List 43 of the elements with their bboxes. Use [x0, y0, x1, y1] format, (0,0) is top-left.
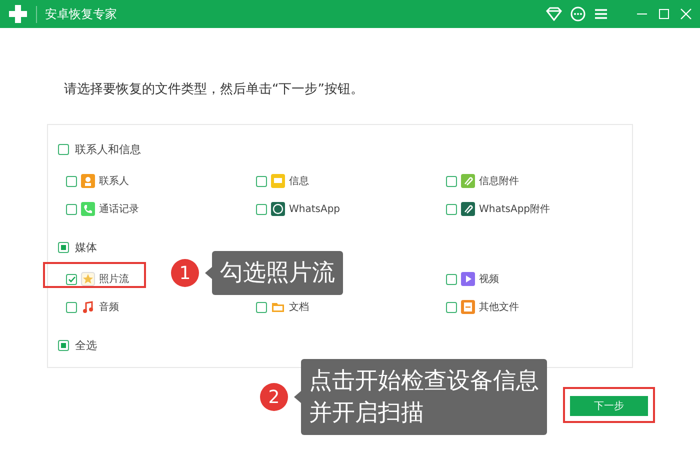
diamond-icon[interactable]: [546, 7, 562, 21]
plus-logo-icon: [8, 4, 28, 24]
close-icon[interactable]: [680, 8, 692, 20]
step-number-badge: 1: [171, 259, 199, 287]
step-number-badge: 2: [260, 383, 288, 411]
callout-bubble: 勾选照片流: [212, 251, 343, 295]
file-type-label: 视频: [479, 272, 499, 286]
file-type-label: 信息附件: [479, 174, 519, 188]
window-title: 安卓恢复专家: [36, 6, 117, 22]
checkbox[interactable]: [256, 204, 267, 214]
file-type-label: 其他文件: [479, 300, 519, 314]
file-type-label: 音频: [99, 300, 119, 314]
checkbox[interactable]: [58, 242, 69, 252]
file-type-label: WhatsApp: [289, 204, 340, 214]
checkbox[interactable]: [66, 176, 77, 186]
next-button[interactable]: 下一步: [570, 396, 648, 416]
checkbox[interactable]: [58, 340, 69, 350]
file-type-label: 照片流: [99, 272, 129, 286]
group-label: 媒体: [75, 240, 97, 254]
checkbox[interactable]: [446, 302, 457, 312]
checkbox[interactable]: [58, 144, 69, 154]
chat-icon[interactable]: [570, 6, 586, 22]
group-label: 联系人和信息: [75, 142, 141, 156]
file-type-label: 通话记录: [99, 202, 139, 216]
checkbox[interactable]: [446, 204, 457, 214]
file-type-label: 文档: [289, 300, 309, 314]
checkbox[interactable]: [66, 204, 77, 214]
callout-pointer-icon: [205, 267, 212, 279]
menu-icon[interactable]: [594, 8, 608, 20]
checkbox[interactable]: [66, 302, 77, 312]
file-type-label: 联系人: [99, 174, 129, 188]
callout-pointer-icon: [294, 391, 301, 403]
file-type-label: WhatsApp附件: [479, 203, 550, 216]
instruction-text: 请选择要恢复的文件类型，然后单击“下一步”按钮。: [64, 81, 364, 99]
checkbox[interactable]: [66, 274, 77, 284]
select-all-label: 全选: [75, 338, 97, 352]
checkbox[interactable]: [446, 176, 457, 186]
checkbox[interactable]: [256, 176, 267, 186]
maximize-icon[interactable]: [658, 8, 670, 20]
checkbox[interactable]: [446, 274, 457, 284]
checkbox[interactable]: [256, 302, 267, 312]
file-type-label: 信息: [289, 174, 309, 188]
callout-bubble: 点击开始检查设备信息 并开启扫描: [301, 359, 547, 435]
